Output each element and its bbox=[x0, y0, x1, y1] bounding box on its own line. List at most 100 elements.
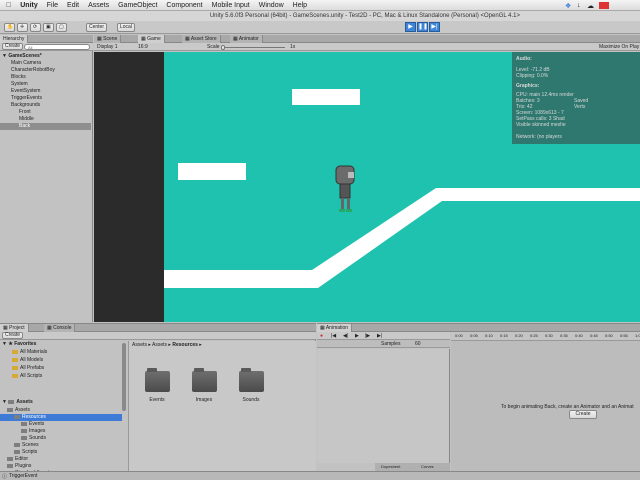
hierarchy-create-button[interactable]: Create bbox=[2, 43, 24, 50]
last-key-button[interactable]: ▶| bbox=[377, 333, 382, 339]
aspect-select[interactable]: 16:9 bbox=[138, 44, 148, 50]
record-button[interactable]: ● bbox=[320, 333, 323, 339]
project-tree-item[interactable]: Plugins bbox=[0, 463, 122, 470]
hierarchy-item-label: TriggerEvents bbox=[11, 95, 42, 101]
timeline-tick: 0:15 bbox=[500, 333, 508, 338]
anim-play-button[interactable]: ▶ bbox=[355, 333, 359, 339]
pause-button[interactable]: ❚❚ bbox=[417, 22, 428, 32]
project-tree-item[interactable]: Scripts bbox=[0, 449, 122, 456]
next-key-button[interactable]: |▶ bbox=[365, 333, 370, 339]
hand-tool-button[interactable]: ✋ bbox=[4, 23, 15, 32]
tab-animation-label: Animation bbox=[325, 325, 349, 331]
favorite-item[interactable]: All Scripts bbox=[12, 373, 42, 380]
hierarchy-item[interactable]: TriggerEvents bbox=[0, 95, 91, 102]
hierarchy-item[interactable]: Middle bbox=[0, 116, 91, 123]
prev-key-button[interactable]: ◀| bbox=[343, 333, 348, 339]
favorite-item[interactable]: All Materials bbox=[12, 349, 47, 356]
project-tree-item[interactable]: Resources bbox=[0, 414, 122, 421]
folder-icon bbox=[14, 414, 20, 419]
samples-input[interactable]: 60 bbox=[415, 341, 421, 347]
timeline-tick: 0:35 bbox=[560, 333, 568, 338]
tab-project[interactable]: ▦ Project bbox=[0, 324, 29, 332]
play-button[interactable]: ▶ bbox=[405, 22, 416, 32]
breadcrumb-item[interactable]: Assets bbox=[152, 342, 167, 348]
status-text: TriggerEvent bbox=[9, 473, 38, 479]
project-tree-item[interactable]: Events bbox=[0, 421, 122, 428]
scale-tool-button[interactable]: ▣ bbox=[43, 23, 54, 32]
dropbox-icon[interactable]: ❖ bbox=[565, 2, 571, 10]
hierarchy-item[interactable]: EventSystem bbox=[0, 88, 91, 95]
recording-icon[interactable] bbox=[599, 2, 609, 9]
favorites-label: Favorites bbox=[14, 341, 37, 347]
menu-mobile-input[interactable]: Mobile Input bbox=[212, 2, 250, 9]
hierarchy-item[interactable]: Back bbox=[0, 123, 91, 130]
mac-menubar:  Unity File Edit Assets GameObject Comp… bbox=[0, 0, 640, 11]
project-panel: ▦ Project ▦ Console Create ▼ ★ Favorites… bbox=[0, 323, 316, 472]
menu-file[interactable]: File bbox=[47, 2, 58, 9]
breadcrumb-item-current[interactable]: Resources bbox=[172, 342, 198, 348]
menu-help[interactable]: Help bbox=[293, 2, 307, 9]
project-tree-item[interactable]: Images bbox=[0, 428, 122, 435]
app-menu[interactable]: Unity bbox=[20, 2, 38, 9]
tab-hierarchy[interactable]: Hierarchy bbox=[0, 35, 29, 43]
favorites-header[interactable]: ▼ ★ Favorites bbox=[2, 341, 36, 348]
tab-animator[interactable]: ▦ Animator bbox=[230, 35, 263, 43]
hierarchy-item[interactable]: CharacterRobotBoy bbox=[0, 67, 91, 74]
game-render-area: Audio: Level: -71.2 dB Clipping: 0.0% Gr… bbox=[94, 52, 640, 322]
download-icon[interactable]: ↓ bbox=[577, 2, 581, 9]
tab-console[interactable]: ▦ Console bbox=[44, 324, 76, 332]
folder-icon bbox=[7, 456, 13, 461]
project-tree-item[interactable]: Assets bbox=[0, 407, 122, 414]
menu-gameobject[interactable]: GameObject bbox=[118, 2, 157, 9]
tab-asset-store[interactable]: ▦ Asset Store bbox=[182, 35, 221, 43]
favorite-item[interactable]: All Prefabs bbox=[12, 365, 44, 372]
breadcrumb-item[interactable]: Assets bbox=[132, 342, 147, 348]
pivot-local-button[interactable]: Local bbox=[117, 23, 135, 32]
menu-component[interactable]: Component bbox=[166, 2, 202, 9]
hierarchy-search-input[interactable] bbox=[24, 44, 90, 50]
move-tool-button[interactable]: ✛ bbox=[17, 23, 28, 32]
maximize-on-play-button[interactable]: Maximize On Play bbox=[599, 44, 639, 50]
tab-game[interactable]: ▦ Game bbox=[138, 35, 165, 43]
tab-scene[interactable]: ▦ Scene bbox=[94, 35, 122, 43]
hierarchy-item[interactable]: System bbox=[0, 81, 91, 88]
folder-sounds[interactable]: Sounds bbox=[239, 367, 264, 403]
hierarchy-item[interactable]: Front bbox=[0, 109, 91, 116]
stats-overlay: Audio: Level: -71.2 dB Clipping: 0.0% Gr… bbox=[512, 52, 640, 144]
step-button[interactable]: ▶| bbox=[429, 22, 440, 32]
timeline-tick: 0:45 bbox=[590, 333, 598, 338]
hierarchy-item[interactable]: Blocks bbox=[0, 74, 91, 81]
folder-images[interactable]: Images bbox=[192, 367, 217, 403]
project-create-button[interactable]: Create bbox=[2, 332, 24, 339]
display-select[interactable]: Display 1 bbox=[97, 44, 118, 50]
rect-tool-button[interactable]: ▢ bbox=[56, 23, 67, 32]
project-tree-item[interactable]: Sounds bbox=[0, 435, 122, 442]
project-tree-item[interactable]: Scenes bbox=[0, 442, 122, 449]
tab-curves[interactable]: Curves bbox=[421, 464, 434, 469]
project-tree-scrollbar[interactable] bbox=[122, 343, 126, 411]
cloud-icon[interactable]: ☁ bbox=[587, 2, 594, 10]
rotate-tool-button[interactable]: ⟳ bbox=[30, 23, 41, 32]
project-tree-item-label: Resources bbox=[22, 414, 46, 420]
favorite-item[interactable]: All Models bbox=[12, 357, 43, 364]
tab-dopesheet[interactable]: Dopesheet bbox=[381, 464, 400, 469]
pivot-center-button[interactable]: Center bbox=[86, 23, 108, 32]
create-animation-button[interactable]: Create bbox=[569, 410, 597, 419]
hierarchy-item[interactable]: Main Camera bbox=[0, 60, 91, 67]
scale-slider-handle[interactable] bbox=[221, 45, 225, 50]
menu-edit[interactable]: Edit bbox=[67, 2, 79, 9]
scale-slider[interactable] bbox=[221, 47, 285, 48]
search-folder-icon bbox=[12, 365, 18, 370]
apple-icon[interactable]:  bbox=[6, 2, 11, 9]
menu-assets[interactable]: Assets bbox=[88, 2, 109, 9]
first-key-button[interactable]: |◀ bbox=[331, 333, 336, 339]
menu-window[interactable]: Window bbox=[259, 2, 284, 9]
folder-events[interactable]: Events bbox=[145, 367, 170, 403]
tab-animation[interactable]: ▦ Animation bbox=[317, 324, 353, 332]
hierarchy-item[interactable]: Backgrounds bbox=[0, 102, 91, 109]
folder-icon bbox=[192, 368, 217, 392]
scene-root[interactable]: ▼ GameScenes* bbox=[2, 53, 93, 60]
project-tree-item[interactable]: Editor bbox=[0, 456, 122, 463]
timeline-ruler[interactable]: 0:00 0:05 0:10 0:15 0:20 0:25 0:30 0:35 0:40 0:45… bbox=[451, 332, 640, 341]
assets-header[interactable]: ▼ Assets bbox=[2, 399, 33, 406]
